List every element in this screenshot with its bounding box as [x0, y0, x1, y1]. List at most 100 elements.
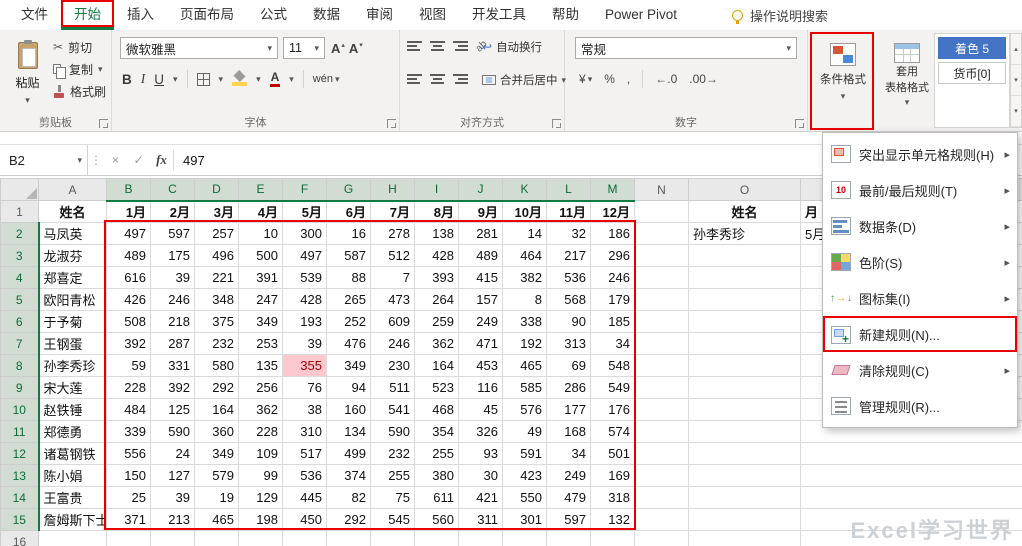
- column-header-K[interactable]: K: [503, 179, 547, 201]
- cell-O10[interactable]: [689, 399, 801, 421]
- cell-C14[interactable]: 39: [151, 487, 195, 509]
- cell-G7[interactable]: 476: [327, 333, 371, 355]
- row-header-11[interactable]: 11: [1, 421, 39, 443]
- percent-style-button[interactable]: %: [604, 72, 615, 86]
- column-header-E[interactable]: E: [239, 179, 283, 201]
- cell-M4[interactable]: 246: [591, 267, 635, 289]
- cell-row16[interactable]: [239, 531, 283, 546]
- cut-button[interactable]: ✂ 剪切: [53, 39, 106, 55]
- cell-D2[interactable]: 257: [195, 223, 239, 245]
- cell-C1[interactable]: 2月: [151, 201, 195, 223]
- cell-O9[interactable]: [689, 377, 801, 399]
- cell-K13[interactable]: 423: [503, 465, 547, 487]
- cell-L11[interactable]: 168: [547, 421, 591, 443]
- cell-I4[interactable]: 393: [415, 267, 459, 289]
- cell-L7[interactable]: 313: [547, 333, 591, 355]
- cell-A15[interactable]: 詹姆斯下士: [39, 509, 107, 531]
- chevron-down-icon[interactable]: ▾: [173, 75, 178, 84]
- cell-H3[interactable]: 512: [371, 245, 415, 267]
- cell-G3[interactable]: 587: [327, 245, 371, 267]
- cell-E7[interactable]: 253: [239, 333, 283, 355]
- cell-L2[interactable]: 32: [547, 223, 591, 245]
- font-dialog-launcher[interactable]: [387, 119, 396, 128]
- cell-O15[interactable]: [689, 509, 801, 531]
- menu-item-icon-sets[interactable]: ↑→↓图标集(I)▸: [823, 280, 1017, 316]
- cell-A7[interactable]: 王钢蛋: [39, 333, 107, 355]
- clipboard-dialog-launcher[interactable]: [99, 119, 108, 128]
- cell-J1[interactable]: 9月: [459, 201, 503, 223]
- bold-button[interactable]: B: [122, 72, 132, 87]
- cell-L10[interactable]: 177: [547, 399, 591, 421]
- cell-E12[interactable]: 109: [239, 443, 283, 465]
- chevron-down-icon[interactable]: ▾: [219, 75, 224, 84]
- cell-C5[interactable]: 246: [151, 289, 195, 311]
- menu-item-highlight-cells-rules[interactable]: 突出显示单元格规则(H)▸: [823, 136, 1017, 172]
- cell-K2[interactable]: 14: [503, 223, 547, 245]
- cell-D4[interactable]: 221: [195, 267, 239, 289]
- cell-H13[interactable]: 255: [371, 465, 415, 487]
- menu-item-new-rule[interactable]: 新建规则(N)...: [823, 316, 1017, 352]
- cell-C4[interactable]: 39: [151, 267, 195, 289]
- cell-E4[interactable]: 391: [239, 267, 283, 289]
- cell-D7[interactable]: 232: [195, 333, 239, 355]
- row-header-14[interactable]: 14: [1, 487, 39, 509]
- italic-button[interactable]: I: [141, 71, 146, 87]
- cell-E8[interactable]: 135: [239, 355, 283, 377]
- cell-M13[interactable]: 169: [591, 465, 635, 487]
- cell-K8[interactable]: 465: [503, 355, 547, 377]
- tab-review[interactable]: 审阅: [353, 0, 406, 30]
- cell-I10[interactable]: 468: [415, 399, 459, 421]
- cell-E14[interactable]: 129: [239, 487, 283, 509]
- cell-C15[interactable]: 213: [151, 509, 195, 531]
- phonetic-guide-button[interactable]: wén ▾: [313, 73, 340, 85]
- column-header-C[interactable]: C: [151, 179, 195, 201]
- decrease-decimal-button[interactable]: .00→: [689, 72, 718, 86]
- cell-M6[interactable]: 185: [591, 311, 635, 333]
- decrease-font-size-button[interactable]: A▾: [349, 41, 363, 56]
- borders-button[interactable]: [197, 73, 210, 86]
- cell-H1[interactable]: 7月: [371, 201, 415, 223]
- cell-J3[interactable]: 489: [459, 245, 503, 267]
- cell-G6[interactable]: 252: [327, 311, 371, 333]
- font-color-button[interactable]: A: [270, 71, 281, 87]
- cell-row16[interactable]: [195, 531, 239, 546]
- style-chip-1[interactable]: 着色 5: [938, 37, 1006, 59]
- cell-B14[interactable]: 25: [107, 487, 151, 509]
- column-header-D[interactable]: D: [195, 179, 239, 201]
- cell-D10[interactable]: 164: [195, 399, 239, 421]
- gallery-scroll-up-button[interactable]: ▴: [1011, 34, 1021, 65]
- cell-D15[interactable]: 465: [195, 509, 239, 531]
- number-format-combo[interactable]: 常规 ▾: [575, 37, 797, 59]
- cell-F6[interactable]: 193: [283, 311, 327, 333]
- cell-N1[interactable]: [635, 201, 689, 223]
- cell-row16[interactable]: [503, 531, 547, 546]
- cell-M3[interactable]: 296: [591, 245, 635, 267]
- cell-O4[interactable]: [689, 267, 801, 289]
- cell-E1[interactable]: 4月: [239, 201, 283, 223]
- gallery-more-button[interactable]: ▾: [1011, 96, 1021, 127]
- cell-J12[interactable]: 93: [459, 443, 503, 465]
- row-header-13[interactable]: 13: [1, 465, 39, 487]
- cell-C13[interactable]: 127: [151, 465, 195, 487]
- cell-I2[interactable]: 138: [415, 223, 459, 245]
- cell-I9[interactable]: 523: [415, 377, 459, 399]
- cell-I5[interactable]: 264: [415, 289, 459, 311]
- cell-F1[interactable]: 5月: [283, 201, 327, 223]
- menu-item-top-bottom-rules[interactable]: 10最前/最后规则(T)▸: [823, 172, 1017, 208]
- cell-B1[interactable]: 1月: [107, 201, 151, 223]
- cell-H10[interactable]: 541: [371, 399, 415, 421]
- font-name-combo[interactable]: 微软雅黑 ▾: [120, 37, 278, 59]
- cell-row16[interactable]: [283, 531, 327, 546]
- cell-I12[interactable]: 255: [415, 443, 459, 465]
- cell-G12[interactable]: 499: [327, 443, 371, 465]
- menu-item-manage-rules[interactable]: 管理规则(R)...: [823, 388, 1017, 424]
- cell-L3[interactable]: 217: [547, 245, 591, 267]
- cell-H4[interactable]: 7: [371, 267, 415, 289]
- cell-F3[interactable]: 497: [283, 245, 327, 267]
- cell-J5[interactable]: 157: [459, 289, 503, 311]
- cell-N10[interactable]: [635, 399, 689, 421]
- cell-D6[interactable]: 375: [195, 311, 239, 333]
- cell-P14[interactable]: [801, 487, 1022, 509]
- tab-view[interactable]: 视图: [406, 0, 459, 30]
- cell-row16[interactable]: [415, 531, 459, 546]
